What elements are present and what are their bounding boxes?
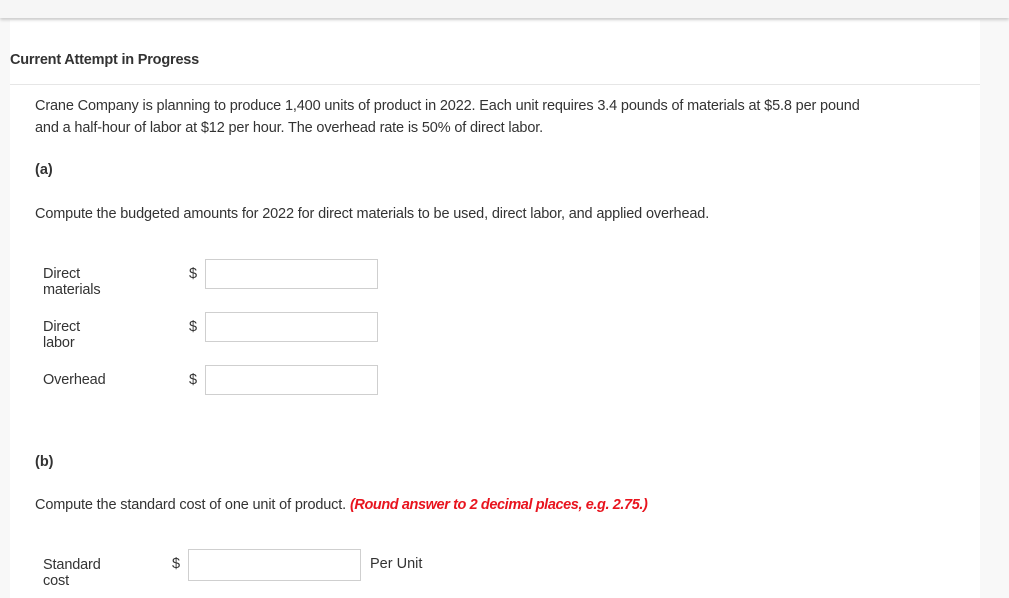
problem-line-2: and a half-hour of labor at $12 per hour…	[35, 120, 544, 136]
part-b-instruction: Compute the standard cost of one unit of…	[35, 497, 648, 513]
direct-labor-input[interactable]	[205, 312, 378, 342]
problem-statement: Crane Company is planning to produce 1,4…	[35, 95, 955, 139]
attempt-status-heading: Current Attempt in Progress	[10, 52, 200, 68]
standard-cost-currency: $	[172, 556, 181, 572]
standard-cost-input[interactable]	[188, 549, 361, 581]
header-divider	[10, 84, 980, 85]
direct-materials-input[interactable]	[205, 259, 378, 289]
direct-materials-currency: $	[189, 266, 198, 282]
overhead-label: Overhead	[43, 372, 106, 388]
direct-labor-currency: $	[189, 319, 198, 335]
rounding-note: (Round answer to 2 decimal places, e.g. …	[349, 497, 648, 513]
top-bar	[0, 0, 1009, 18]
standard-cost-label: Standard cost	[43, 557, 101, 589]
overhead-input[interactable]	[205, 365, 378, 395]
part-a-label: (a)	[35, 162, 53, 178]
per-unit-label: Per Unit	[370, 556, 423, 572]
part-b-instruction-text: Compute the standard cost of one unit of…	[35, 497, 347, 513]
direct-materials-label: Direct materials	[43, 266, 101, 298]
part-b-label: (b)	[35, 454, 54, 470]
overhead-currency: $	[189, 372, 198, 388]
part-a-instruction: Compute the budgeted amounts for 2022 fo…	[35, 206, 710, 222]
direct-labor-label: Direct labor	[43, 319, 80, 351]
problem-line-1: Crane Company is planning to produce 1,4…	[35, 98, 860, 114]
